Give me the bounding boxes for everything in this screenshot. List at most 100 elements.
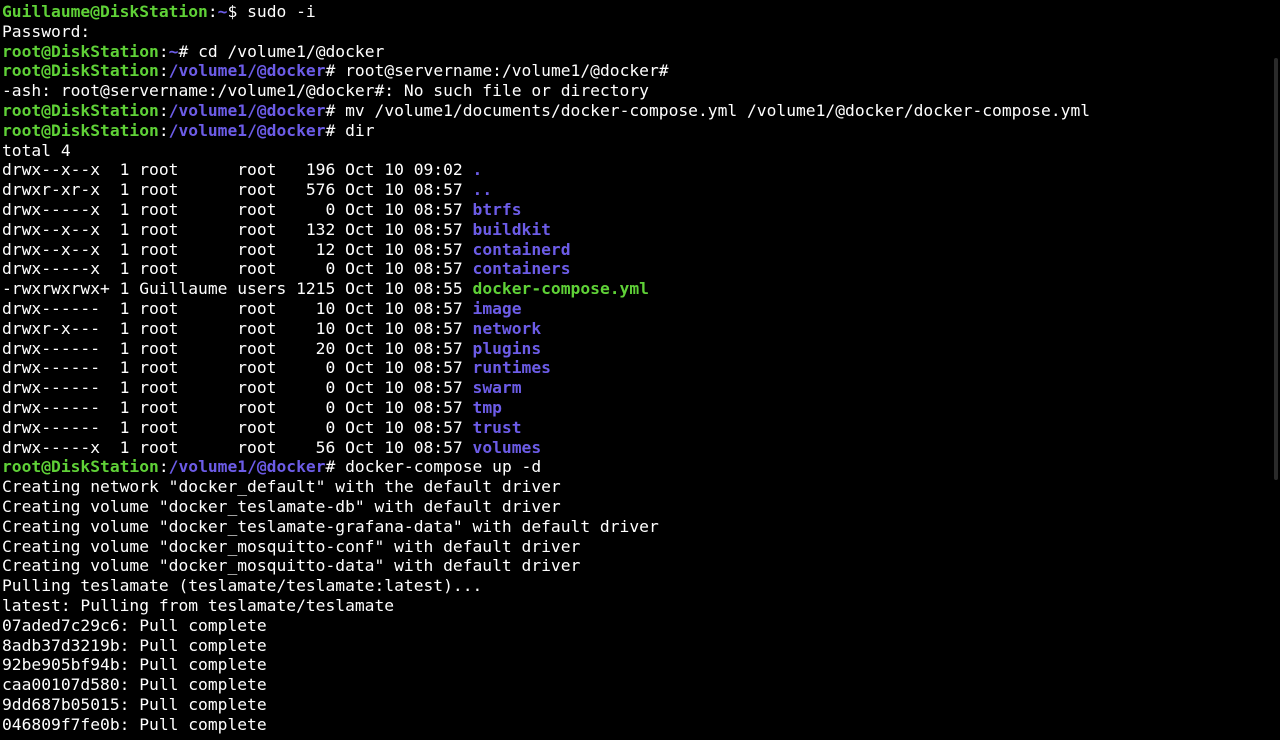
prompt-path: ~ bbox=[217, 2, 228, 21]
prompt-separator: : bbox=[207, 2, 218, 21]
output-text: 8adb37d3219b: Pull complete bbox=[2, 635, 267, 655]
output-text: -ash: root@servername:/volume1/@docker#:… bbox=[2, 81, 649, 101]
output-line: 92be905bf94b: Pull complete bbox=[2, 655, 1268, 675]
output-line: Creating volume "docker_teslamate-db" wi… bbox=[2, 497, 1268, 517]
prompt-line: root@DiskStation:~# cd /volume1/@docker bbox=[2, 42, 1268, 62]
ls-entry: drwx-----x 1 root root 0 Oct 10 08:57 co… bbox=[2, 259, 1268, 279]
ls-entry-file-name: docker-compose.yml bbox=[472, 279, 649, 299]
ls-entry: drwx--x--x 1 root root 196 Oct 10 09:02 … bbox=[2, 160, 1268, 180]
ls-entry-details: drwx-----x 1 root root 56 Oct 10 08:57 bbox=[2, 437, 473, 457]
ls-entry-dir-name: btrfs bbox=[472, 199, 522, 219]
prompt-symbol: # bbox=[325, 457, 346, 477]
output-line: Creating volume "docker_mosquitto-data" … bbox=[2, 556, 1268, 576]
output-line: Creating volume "docker_teslamate-grafan… bbox=[2, 517, 1268, 537]
prompt-user-host: root@DiskStation bbox=[2, 41, 159, 61]
output-line: 8adb37d3219b: Pull complete bbox=[2, 636, 1268, 656]
prompt-symbol: $ bbox=[227, 2, 248, 21]
prompt-user-host: root@DiskStation bbox=[2, 457, 159, 477]
ls-entry-details: drwx------ 1 root root 20 Oct 10 08:57 bbox=[2, 338, 473, 358]
output-line: 07aded7c29c6: Pull complete bbox=[2, 616, 1268, 636]
prompt-command: dir bbox=[345, 120, 375, 140]
prompt-command: root@servername:/volume1/@docker# bbox=[345, 61, 669, 81]
prompt-separator: : bbox=[158, 61, 169, 81]
ls-entry: -rwxrwxrwx+ 1 Guillaume users 1215 Oct 1… bbox=[2, 279, 1268, 299]
output-line: Creating volume "docker_mosquitto-conf" … bbox=[2, 537, 1268, 557]
ls-entry: drwx------ 1 root root 10 Oct 10 08:57 i… bbox=[2, 299, 1268, 319]
ls-entry-dir-name: network bbox=[472, 318, 542, 338]
output-line: 9dd687b05015: Pull complete bbox=[2, 695, 1268, 715]
prompt-path: /volume1/@docker bbox=[168, 457, 326, 477]
prompt-user-host: root@DiskStation bbox=[2, 100, 159, 120]
ls-entry: drwx------ 1 root root 0 Oct 10 08:57 tm… bbox=[2, 398, 1268, 418]
ls-entry-details: drwx-----x 1 root root 0 Oct 10 08:57 bbox=[2, 259, 473, 279]
prompt-symbol: # bbox=[325, 120, 346, 140]
ls-entry: drwx--x--x 1 root root 12 Oct 10 08:57 c… bbox=[2, 240, 1268, 260]
prompt-user-host: root@DiskStation bbox=[2, 61, 159, 81]
ls-entry-details: drwx------ 1 root root 0 Oct 10 08:57 bbox=[2, 397, 473, 417]
prompt-line: root@DiskStation:/volume1/@docker# docke… bbox=[2, 457, 1268, 477]
prompt-path: /volume1/@docker bbox=[168, 120, 326, 140]
prompt-symbol: # bbox=[325, 100, 346, 120]
ls-entry-dir-name: .. bbox=[472, 180, 493, 200]
ls-entry: drwx------ 1 root root 0 Oct 10 08:57 sw… bbox=[2, 378, 1268, 398]
ls-entry-dir-name: containerd bbox=[472, 239, 571, 259]
ls-entry-dir-name: plugins bbox=[472, 338, 542, 358]
scrollbar-thumb[interactable] bbox=[1274, 58, 1278, 480]
prompt-path: ~ bbox=[168, 41, 179, 61]
ls-entry: drwx------ 1 root root 20 Oct 10 08:57 p… bbox=[2, 339, 1268, 359]
output-text: 92be905bf94b: Pull complete bbox=[2, 655, 267, 675]
ls-entry-dir-name: swarm bbox=[472, 378, 522, 398]
ls-entry-details: -rwxrwxrwx+ 1 Guillaume users 1215 Oct 1… bbox=[2, 279, 473, 299]
terminal-output[interactable]: Guillaume@DiskStation:~$ sudo -i Password… bbox=[2, 2, 1268, 740]
prompt-separator: : bbox=[158, 41, 169, 61]
ls-entry-dir-name: runtimes bbox=[472, 358, 551, 378]
ls-entry-details: drwx--x--x 1 root root 196 Oct 10 09:02 bbox=[2, 160, 473, 180]
ls-entry-details: drwx-----x 1 root root 0 Oct 10 08:57 bbox=[2, 199, 473, 219]
output-text: 9dd687b05015: Pull complete bbox=[2, 694, 267, 714]
ls-entry-dir-name: image bbox=[472, 298, 522, 318]
ls-entry-details: drwx------ 1 root root 0 Oct 10 08:57 bbox=[2, 417, 473, 437]
output-line: latest: Pulling from teslamate/teslamate bbox=[2, 596, 1268, 616]
ls-entry-details: drwx--x--x 1 root root 132 Oct 10 08:57 bbox=[2, 219, 473, 239]
ls-entry-details: drwx--x--x 1 root root 12 Oct 10 08:57 bbox=[2, 239, 473, 259]
output-text: Creating volume "docker_mosquitto-conf" … bbox=[2, 536, 581, 556]
prompt-user-host: Guillaume@DiskStation bbox=[2, 2, 208, 21]
vertical-scrollbar[interactable] bbox=[1268, 0, 1280, 740]
ls-entry-dir-name: trust bbox=[472, 417, 522, 437]
output-text: Creating volume "docker_teslamate-grafan… bbox=[2, 516, 659, 536]
output-line: total 4 bbox=[2, 141, 1268, 161]
ls-entry: drwx--x--x 1 root root 132 Oct 10 08:57 … bbox=[2, 220, 1268, 240]
ls-entry-details: drwx------ 1 root root 10 Oct 10 08:57 bbox=[2, 298, 473, 318]
output-text: 07aded7c29c6: Pull complete bbox=[2, 615, 267, 635]
ls-entry: drwx------ 1 root root 0 Oct 10 08:57 ru… bbox=[2, 358, 1268, 378]
prompt-command: mv /volume1/documents/docker-compose.yml… bbox=[345, 100, 1091, 120]
ls-entry-details: drwxr-xr-x 1 root root 576 Oct 10 08:57 bbox=[2, 180, 473, 200]
ls-entry-details: drwxr-x--- 1 root root 10 Oct 10 08:57 bbox=[2, 318, 473, 338]
output-text: total 4 bbox=[2, 140, 71, 160]
prompt-user-host: root@DiskStation bbox=[2, 120, 159, 140]
ls-entry-dir-name: tmp bbox=[472, 397, 502, 417]
output-text: latest: Pulling from teslamate/teslamate bbox=[2, 595, 395, 615]
ls-entry: drwxr-x--- 1 root root 10 Oct 10 08:57 n… bbox=[2, 319, 1268, 339]
prompt-command: sudo -i bbox=[247, 2, 316, 21]
prompt-separator: : bbox=[158, 457, 169, 477]
prompt-path: /volume1/@docker bbox=[168, 61, 326, 81]
ls-entry-dir-name: containers bbox=[472, 259, 571, 279]
output-text: Pulling teslamate (teslamate/teslamate:l… bbox=[2, 576, 483, 596]
prompt-path: /volume1/@docker bbox=[168, 100, 326, 120]
prompt-line: Guillaume@DiskStation:~$ sudo -i bbox=[2, 2, 1268, 22]
output-line: Creating network "docker_default" with t… bbox=[2, 477, 1268, 497]
ls-entry-details: drwx------ 1 root root 0 Oct 10 08:57 bbox=[2, 358, 473, 378]
ls-entry-details: drwx------ 1 root root 0 Oct 10 08:57 bbox=[2, 378, 473, 398]
ls-entry-dir-name: . bbox=[472, 160, 483, 180]
output-line: caa00107d580: Pull complete bbox=[2, 675, 1268, 695]
output-line: 046809f7fe0b: Pull complete bbox=[2, 715, 1268, 735]
prompt-symbol: # bbox=[325, 61, 346, 81]
output-line: -ash: root@servername:/volume1/@docker#:… bbox=[2, 81, 1268, 101]
output-text: Password: bbox=[2, 21, 91, 41]
prompt-line: root@DiskStation:/volume1/@docker# mv /v… bbox=[2, 101, 1268, 121]
prompt-separator: : bbox=[158, 100, 169, 120]
output-text: Creating volume "docker_teslamate-db" wi… bbox=[2, 496, 561, 516]
output-text: Creating volume "docker_mosquitto-data" … bbox=[2, 556, 581, 576]
output-text: Creating network "docker_default" with t… bbox=[2, 477, 561, 497]
